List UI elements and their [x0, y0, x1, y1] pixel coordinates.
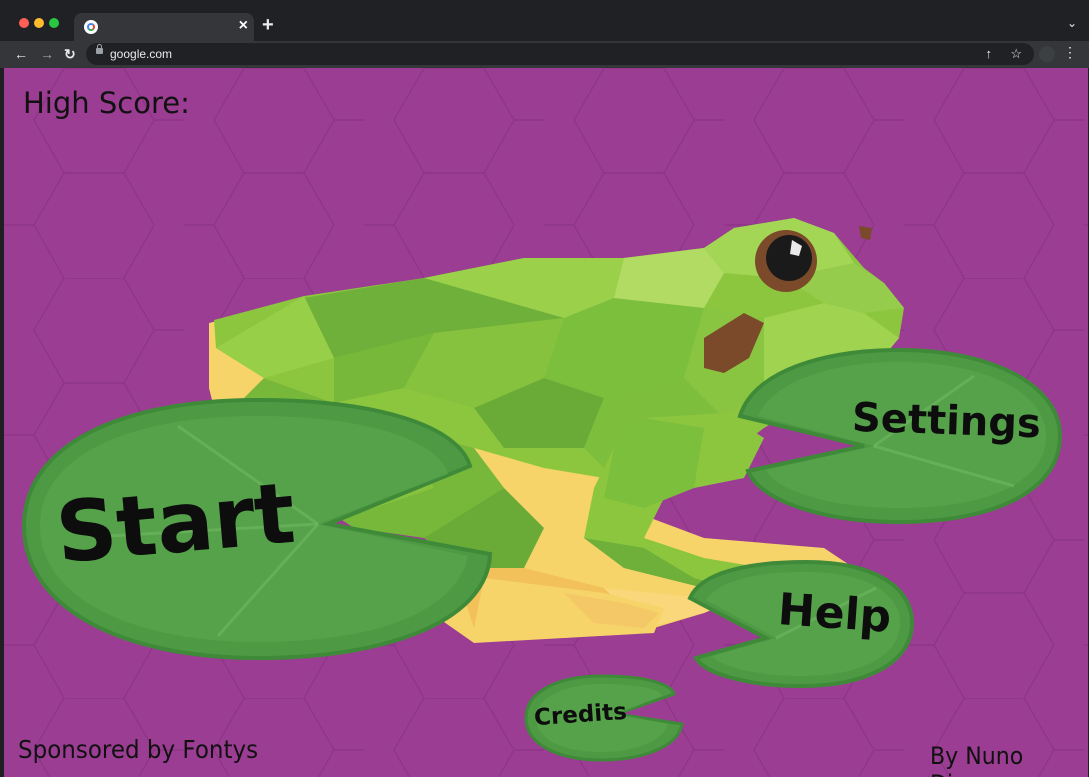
game-canvas: Start Settings Help Credits High Score: …	[4, 68, 1088, 777]
minimize-window-button[interactable]	[34, 18, 44, 28]
lock-icon	[96, 44, 103, 54]
bookmark-star-icon[interactable]: ☆	[1010, 46, 1022, 62]
sponsor-text: Sponsored by Fontys	[18, 735, 259, 764]
address-bar[interactable]: google.com ↑ ☆	[86, 43, 1034, 65]
reload-icon[interactable]: ↻	[64, 45, 76, 63]
maximize-window-button[interactable]	[49, 18, 59, 28]
browser-toolbar: ← → ↻ google.com ↑ ☆ ⋮	[0, 41, 1089, 68]
close-window-button[interactable]	[19, 18, 29, 28]
google-favicon-icon	[84, 20, 98, 34]
start-label: Start	[52, 463, 299, 583]
high-score-label: High Score:	[23, 86, 190, 120]
settings-label: Settings	[851, 394, 1042, 448]
menu-kebab-icon[interactable]: ⋮	[1063, 44, 1077, 61]
url-text: google.com	[110, 47, 173, 61]
profile-avatar[interactable]	[1039, 46, 1055, 62]
tab-close-icon[interactable]: ×	[239, 16, 248, 36]
credits-button[interactable]: Credits	[522, 672, 684, 762]
author-text: By Nuno Dias	[930, 742, 1024, 777]
back-arrow-icon[interactable]: ←	[14, 45, 28, 63]
settings-button[interactable]: Settings	[734, 346, 1064, 525]
share-icon[interactable]: ↑	[986, 46, 993, 61]
browser-tab[interactable]: ×	[74, 13, 254, 41]
start-button[interactable]: Start	[18, 396, 498, 661]
forward-arrow-icon[interactable]: →	[40, 45, 54, 63]
help-button[interactable]: Help	[686, 558, 916, 689]
help-label: Help	[776, 584, 893, 643]
tab-search-chevron-icon[interactable]: ⌄	[1067, 16, 1077, 30]
new-tab-button[interactable]: +	[262, 14, 274, 36]
browser-chrome: × + ⌄ ← → ↻ google.com ↑ ☆ ⋮	[0, 0, 1089, 68]
